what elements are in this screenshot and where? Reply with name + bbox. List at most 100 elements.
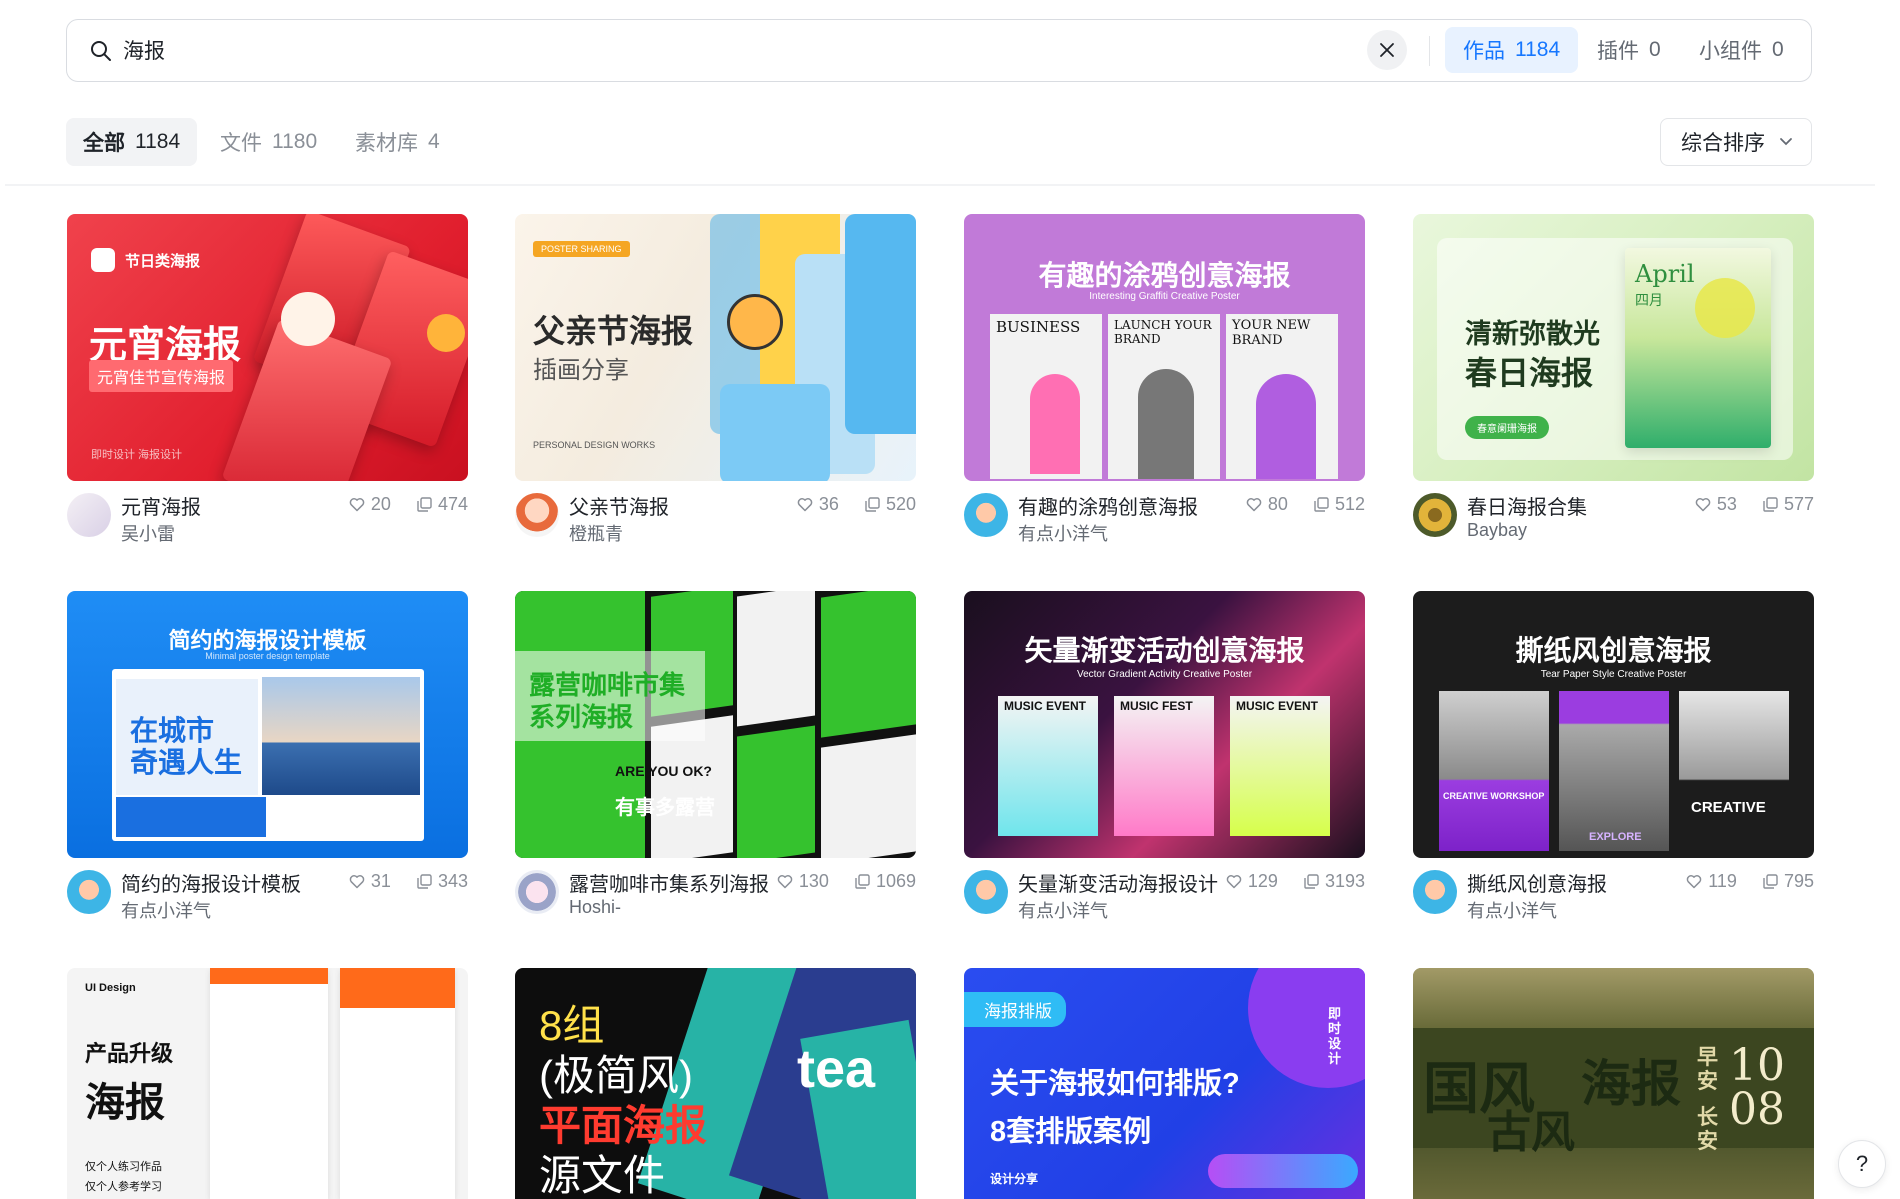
card-title[interactable]: 有趣的涂鸦创意海报 [1018,491,1198,520]
sort-dropdown[interactable]: 综合排序 [1660,118,1812,166]
heart-icon[interactable] [797,497,813,512]
thumb-line-4: 源文件 [539,1152,666,1199]
work-thumbnail[interactable]: 国风 古风 海报 早安 长安 10 08 [1413,968,1814,1199]
card-author[interactable]: 吴小雷 [121,520,175,546]
heart-icon[interactable] [349,497,365,512]
clear-search-button[interactable] [1367,30,1407,70]
card-title[interactable]: 元宵海报 [121,491,201,520]
illustration [1030,374,1080,474]
avatar[interactable] [1413,870,1457,914]
thumb-tag: 海报排版 [964,992,1066,1027]
poster-preview: 在城市 奇遇人生 [112,669,424,841]
poster-preview: April 四月 [1625,248,1771,448]
avatar[interactable] [964,870,1008,914]
avatar[interactable] [964,493,1008,537]
poster-preview: YOUR NEW BRAND [1226,314,1338,479]
card-title[interactable]: 露营咖啡市集系列海报 [569,868,769,897]
poster-text: MUSIC EVENT [1236,699,1319,713]
filter-tab-all[interactable]: 全部 1184 [66,118,198,166]
copy-count: 795 [1783,871,1814,891]
work-thumbnail[interactable]: 清新弥散光 春日海报 春意阑珊海报 April 四月 [1413,214,1814,481]
card-title[interactable]: 春日海报合集 [1467,491,1587,520]
work-thumbnail[interactable]: UI Design 产品升级 海报 仅个人练习作品 仅个人参考学习 [67,968,468,1199]
card-title[interactable]: 矢量渐变活动海报设计 [1018,868,1218,897]
card-author[interactable]: 有点小洋气 [1467,897,1557,923]
tab-plugins[interactable]: 插件 0 [1579,27,1679,73]
heart-icon[interactable] [1226,874,1242,889]
copy-count: 3193 [1324,871,1365,891]
work-card[interactable]: UI Design 产品升级 海报 仅个人练习作品 仅个人参考学习 [67,968,468,1199]
like-count: 53 [1716,494,1737,514]
work-thumbnail[interactable]: 海报排版 关于海报如何排版? 8套排版案例 设计分享 即时设计 [964,968,1365,1199]
work-thumbnail[interactable]: tea 8组 (极简风) 平面海报 源文件 [515,968,916,1199]
heart-icon[interactable] [1686,874,1702,889]
thumb-line-2: 古风 [1487,1107,1575,1158]
panel [116,797,266,837]
work-card[interactable]: tea 8组 (极简风) 平面海报 源文件 [515,968,916,1199]
work-card[interactable]: 撕纸风创意海报 Tear Paper Style Creative Poster… [1413,591,1814,928]
copy-count: 1069 [875,871,916,891]
work-thumbnail[interactable]: 有趣的涂鸦创意海报 Interesting Graffiti Creative … [964,214,1365,481]
tab-widgets[interactable]: 小组件 0 [1681,27,1802,73]
card-author[interactable]: Hoshi- [569,897,621,918]
work-card[interactable]: 国风 古风 海报 早安 长安 10 08 [1413,968,1814,1199]
poster-preview [210,968,328,1199]
search-bar: 作品 1184 插件 0 小组件 0 [66,19,1812,82]
work-card[interactable]: 简约的海报设计模板 Minimal poster design template… [67,591,468,928]
work-card[interactable]: 节日类海报 元宵海报 元宵佳节宣传海报 即时设计 海报设计 元宵海报 吴小雷 2… [67,214,468,551]
avatar[interactable] [67,870,111,914]
thumb-side: 即时设计 [1328,1006,1342,1066]
card-title[interactable]: 简约的海报设计模板 [121,868,301,897]
copy-count: 512 [1334,494,1365,514]
avatar[interactable] [1413,493,1457,537]
card-title[interactable]: 撕纸风创意海报 [1467,868,1607,897]
heart-icon[interactable] [1695,497,1711,512]
avatar[interactable] [515,870,559,914]
work-thumbnail[interactable]: 露营咖啡市集 系列海报 ARE YOU OK? 有事多露营 [515,591,916,858]
poster-preview: MUSIC EVENT [998,696,1098,836]
poster-preview [737,591,815,727]
copy-icon [417,874,432,889]
card-title[interactable]: 父亲节海报 [569,491,669,520]
avatar[interactable] [515,493,559,537]
filter-tab-files[interactable]: 文件 1180 [203,118,334,166]
poster-preview [737,725,815,858]
heart-icon[interactable] [349,874,365,889]
poster-preview [720,384,830,481]
heart-icon[interactable] [777,874,793,889]
work-thumbnail[interactable]: 节日类海报 元宵海报 元宵佳节宣传海报 即时设计 海报设计 [67,214,468,481]
work-thumbnail[interactable]: 矢量渐变活动创意海报 Vector Gradient Activity Crea… [964,591,1365,858]
work-card[interactable]: 清新弥散光 春日海报 春意阑珊海报 April 四月 春日海报合集 Baybay… [1413,214,1814,551]
tab-works[interactable]: 作品 1184 [1445,27,1579,73]
work-card[interactable]: POSTER SHARING 父亲节海报 插画分享 PERSONAL DESIG… [515,214,916,551]
heart-icon[interactable] [1246,497,1262,512]
card-author[interactable]: 有点小洋气 [1018,520,1108,546]
avatar[interactable] [67,493,111,537]
work-thumbnail[interactable]: 简约的海报设计模板 Minimal poster design template… [67,591,468,858]
card-author[interactable]: Baybay [1467,520,1527,541]
help-button[interactable]: ? [1838,1140,1886,1188]
card-author[interactable]: 有点小洋气 [121,897,211,923]
card-meta: 露营咖啡市集系列海报 Hoshi- 130 1069 [515,858,916,928]
filter-tab-all-count: 1184 [135,130,181,153]
tangyuan-illustration [281,292,335,346]
thumb-headline-2: 8套排版案例 [990,1116,1152,1148]
work-card[interactable]: 有趣的涂鸦创意海报 Interesting Graffiti Creative … [964,214,1365,551]
work-card[interactable]: 海报排版 关于海报如何排版? 8套排版案例 设计分享 即时设计 [964,968,1365,1199]
work-card[interactable]: 矢量渐变活动创意海报 Vector Gradient Activity Crea… [964,591,1365,928]
card-stats: 20 474 [349,494,468,515]
search-input[interactable] [123,30,1323,70]
thumb-note: 仅个人练习作品 [85,1161,162,1173]
work-card[interactable]: 露营咖啡市集 系列海报 ARE YOU OK? 有事多露营 露营咖啡市集系列海报… [515,591,916,928]
work-thumbnail[interactable]: 撕纸风创意海报 Tear Paper Style Creative Poster… [1413,591,1814,858]
thumb-headline: 矢量渐变活动创意海报 [1024,635,1305,666]
filter-tab-library[interactable]: 素材库 4 [338,118,457,166]
card-author[interactable]: 有点小洋气 [1018,897,1108,923]
work-thumbnail[interactable]: POSTER SHARING 父亲节海报 插画分享 PERSONAL DESIG… [515,214,916,481]
sun-illustration [1695,278,1755,338]
thumb-tag: UI Design [85,982,136,994]
city-photo [262,677,420,795]
copy-icon [1763,497,1778,512]
copy-icon [417,497,432,512]
card-author[interactable]: 橙瓶青 [569,520,623,546]
